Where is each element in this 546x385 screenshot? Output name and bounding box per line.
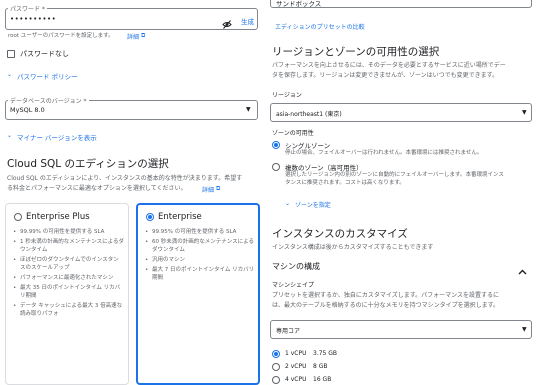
edition-desc-line1: Cloud SQL のエディションにより、インスタンスの基本的な特性が決まります… [7,175,243,182]
machine-type-select[interactable] [270,320,532,339]
enterprise-plus-radio[interactable] [14,213,22,221]
list-item: 1 秒未満の計画的なメンテナンスによるダウンタイム [12,238,124,254]
multi-zone-radio[interactable] [272,163,280,171]
version-select-label: データベースのバージョン * [8,96,89,105]
multi-zone-desc-line2: タンスに推奨されます。コストは高くなります。 [285,180,405,186]
external-link-icon: ⧉ [216,185,221,192]
password-policy-link[interactable]: パスワード ポリシー [17,71,78,81]
version-value: MySQL 8.0 [10,106,45,114]
region-desc-line1: パフォーマンスを向上させるには、そのデータを必要とするサービスに近い場所でデー [272,62,506,69]
chevron-down-icon: ⌄ [7,71,13,78]
root-password-note: root ユーザーのパスワードを設定します。 [8,33,114,39]
right-column: サンドボックス エディションのプリセットの比較 リージョンとゾーンの可用性の選択… [268,0,546,385]
enterprise-plus-features: 99.99% の可用性を提供する SLA 1 秒未満の計画的なメンテナンスによる… [12,228,124,320]
region-value: asia-northeast1 (東京) [276,111,342,118]
no-password-checkbox[interactable] [7,50,15,58]
enterprise-radio[interactable] [146,213,154,221]
external-link-icon: ⧉ [141,32,146,39]
machine-shape-label: マシンシェイプ [272,282,315,289]
region-heading: リージョンとゾーンの可用性の選択 [272,46,440,58]
edition-desc-line2: る料金とパフォーマンスに最適なオプションを選択してください。 [7,185,187,192]
single-zone-radio[interactable] [272,141,280,149]
enterprise-plus-title: Enterprise Plus [26,212,90,222]
list-item: 99.95% の可用性を提供する SLA [144,228,256,236]
region-desc-line2: タを保存します。リージョンは変更できませんが、ゾーンはいつでも変更できます。 [272,72,499,79]
enterprise-features: 99.95% の可用性を提供する SLA 60 秒未満の計画的なメンテナンスによ… [144,228,256,284]
machine-desc-line2: は、最大のテーブルを格納するのに十分なメモリを持つマシンタイプを選択します。 [272,302,500,309]
preset-compare-link[interactable]: エディションのプリセットの比較 [275,22,365,31]
details-link[interactable]: 詳細 [127,32,139,41]
vcpu-1-mem: 3.75 GB [313,350,338,357]
chevron-down-icon: ⌄ [285,200,291,207]
password-field-label: パスワード * [8,4,47,13]
zone-specify-link[interactable]: ゾーンを指定 [295,200,331,209]
vcpu-2-mem: 8 GB [313,363,328,370]
no-password-label: パスワードなし [20,50,69,58]
list-item: 汎用のマシン [144,256,256,264]
vcpu-4-radio[interactable] [272,376,280,384]
machine-type-value: 専用コア [276,328,301,335]
custom-heading: インスタンスのカスタマイズ [272,228,408,240]
list-item: 60 秒未満の計画的なメンテナンスによるダウンタイム [144,238,256,254]
left-column: パスワード * •••••••••• 生成 root ユーザーのパスワードを設定… [0,0,262,385]
custom-desc: インスタンス構成は後からカスタマイズすることもできます [272,244,434,251]
vcpu-1-radio[interactable] [272,350,280,358]
edition-heading: Cloud SQL のエディションの選択 [7,158,169,170]
dropdown-arrow-icon: ▼ [522,109,527,116]
multi-zone-desc-line1: 選択したリージョン内の別のゾーンに自動的にフェイルオーバーします。本番環境インス [285,172,504,178]
list-item: 最大 35 日のポイントインタイム リカバリ期間 [12,284,124,300]
single-zone-desc: 停止の場合、フェイルオーバーは行われません。本番環境には推奨されません。 [285,150,483,156]
visibility-off-icon[interactable] [222,14,232,33]
chevron-down-icon: ⌄ [7,132,13,139]
list-item: 99.99% の可用性を提供する SLA [12,228,124,236]
dropdown-arrow-icon: ▼ [246,106,251,113]
zone-availability-label: ゾーンの可用性 [272,130,314,137]
list-item: ほぼゼロのダウンタイムでのインスタンスのスケールアップ [12,256,124,272]
list-item: パフォーマンスに最適化されたマシン [12,274,124,282]
password-value: •••••••••• [10,15,57,23]
enterprise-title: Enterprise [158,212,202,222]
edition-details-link[interactable]: 詳細 [202,185,214,194]
vcpu-4-label: 4 vCPU [285,376,307,383]
dropdown-arrow-icon: ▼ [522,326,527,333]
vcpu-1-label: 1 vCPU [285,350,307,357]
list-item: 最大 7 日のポイントインタイム リカバリ期間 [144,266,256,282]
sandbox-value: サンドボックス [276,0,322,8]
machine-desc-line1: プリセットを選択するか、独自にカスタマイズします。パフォーマンスを設置するに [272,292,499,299]
generate-button[interactable]: 生成 [241,16,254,26]
vcpu-2-radio[interactable] [272,363,280,371]
vcpu-4-mem: 16 GB [313,376,332,383]
chevron-up-icon[interactable] [518,260,527,279]
list-item: データ キャッシュによる最大 3 倍高速な読み取りパフォ [12,302,124,318]
vcpu-2-label: 2 vCPU [285,363,307,370]
region-label: リージョン [272,92,302,99]
machine-config-label[interactable]: マシンの構成 [272,261,320,272]
minor-versions-link[interactable]: マイナー バージョンを表示 [17,132,97,142]
